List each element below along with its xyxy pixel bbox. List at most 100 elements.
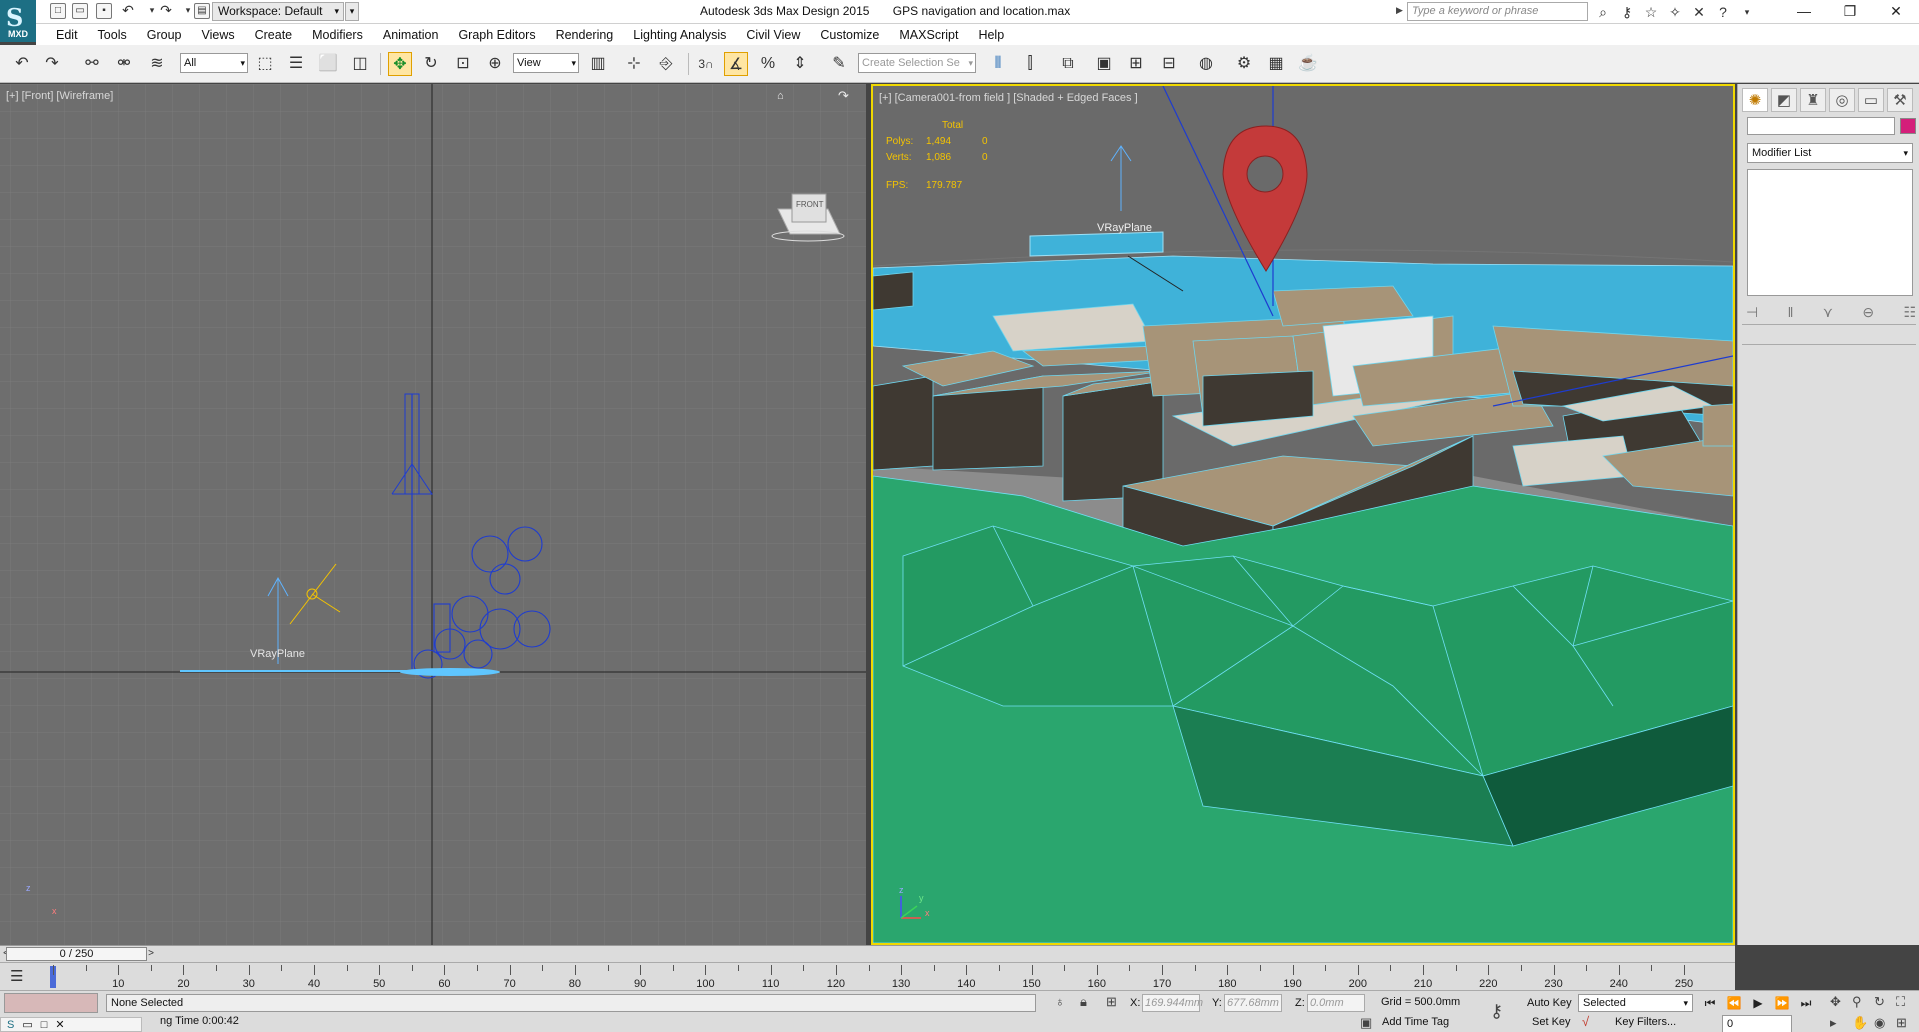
search-input[interactable]: Type a keyword or phrase [1407,2,1588,21]
maxscript-listener-mini[interactable] [4,993,98,1013]
go-to-start-icon[interactable]: ⏮ [1700,994,1720,1012]
select-and-rotate-icon[interactable]: ↻ [419,52,443,76]
configure-modifier-sets-icon[interactable]: ☷ [1903,304,1916,321]
render-setup-icon[interactable]: ⚙ [1232,52,1256,76]
menu-maxscript[interactable]: MAXScript [899,28,958,42]
menu-tools[interactable]: Tools [98,28,127,42]
material-editor-icon[interactable]: ◍ [1194,52,1218,76]
rendered-frame-window-icon[interactable]: ▦ [1264,52,1288,76]
link-icon[interactable]: ⚯ [80,52,104,76]
dolly-icon[interactable]: ▸ [1830,1015,1837,1031]
motion-tab-icon[interactable]: ◎ [1829,88,1855,112]
menu-lighting-analysis[interactable]: Lighting Analysis [633,28,726,42]
rectangular-selection-icon[interactable]: ⬜ [316,52,340,76]
modifier-stack[interactable] [1747,169,1913,296]
spinner-snap-icon[interactable]: ⇕ [788,52,812,76]
menu-create[interactable]: Create [255,28,293,42]
unlink-icon[interactable]: ⚮ [112,52,136,76]
star-icon[interactable]: ☆ [1642,3,1660,21]
mirror-icon[interactable]: ⫴ [986,52,1010,76]
app-logo-button[interactable]: S MXD [0,0,36,42]
viewport-camera[interactable]: [+] [Camera001-from field ] [Shaded + Ed… [871,84,1735,945]
keyboard-shortcut-toggle-icon[interactable]: ⎆ [654,52,678,76]
key-mode-dropdown[interactable]: Selected ▾ [1578,994,1693,1012]
viewport-camera-label[interactable]: [+] [Camera001-from field ] [Shaded + Ed… [879,92,1138,104]
percent-snap-icon[interactable]: % [756,52,780,76]
menu-civil-view[interactable]: Civil View [746,28,800,42]
maximize-window-icon[interactable]: □ [41,1019,48,1031]
select-by-name-icon[interactable]: ☰ [284,52,308,76]
quick-access-customize-button[interactable]: ▾ [345,2,359,21]
schematic-view-icon[interactable]: ⊟ [1157,52,1181,76]
save-file-icon[interactable]: ▪ [96,3,112,19]
set-key-button[interactable]: Set Key [1532,1016,1571,1028]
time-tag-icon[interactable]: ▣ [1360,1015,1372,1031]
zoom-extents-icon[interactable]: ⊞ [1896,1015,1907,1031]
redo-icon[interactable]: ↷ [40,52,64,76]
select-and-scale-icon[interactable]: ⊡ [451,52,475,76]
go-to-end-icon[interactable]: ⏭ [1796,994,1816,1012]
restore-button[interactable]: ❐ [1827,0,1873,24]
render-production-icon[interactable]: ☕ [1296,52,1320,76]
menu-edit[interactable]: Edit [56,28,78,42]
selection-filter-dropdown[interactable]: All ▾ [180,53,248,73]
menu-rendering[interactable]: Rendering [556,28,614,42]
reference-coordinate-dropdown[interactable]: View ▾ [513,53,579,73]
favorites-icon[interactable]: ✧ [1666,3,1684,21]
workspace-dropdown[interactable]: Workspace: Default ▾ [212,2,344,21]
undo-icon[interactable]: ↶ [120,3,136,19]
set-key-icon[interactable]: ⚷ [1490,1001,1503,1022]
menu-group[interactable]: Group [147,28,182,42]
close-x-icon[interactable]: ✕ [1690,3,1708,21]
isolate-selection-icon[interactable]: ♁ [1055,994,1065,1009]
object-name-field[interactable] [1747,117,1895,135]
menu-customize[interactable]: Customize [820,28,879,42]
max-taskbar-icon[interactable]: S [7,1019,14,1031]
add-time-tag-label[interactable]: Add Time Tag [1382,1016,1449,1028]
open-file-icon[interactable]: ▭ [72,3,88,19]
layer-manager-icon[interactable]: ⧉ [1056,52,1080,76]
show-end-result-icon[interactable]: ‖ [1788,304,1794,321]
previous-frame-icon[interactable]: ⏪ [1724,994,1744,1012]
menu-animation[interactable]: Animation [383,28,439,42]
help-dropdown-icon[interactable]: ▾ [1738,3,1756,21]
graphite-toggle-icon[interactable]: ▣ [1092,52,1116,76]
menu-help[interactable]: Help [978,28,1004,42]
next-frame-icon[interactable]: ⏩ [1772,994,1792,1012]
new-file-icon[interactable]: □ [50,3,66,19]
maximize-viewport-icon[interactable]: ⛶ [1896,994,1905,1010]
make-unique-icon[interactable]: ⋎ [1823,304,1833,321]
manipulate-icon[interactable]: ⊹ [622,52,646,76]
key-icon[interactable]: ⚷ [1618,3,1636,21]
play-icon[interactable]: ▶ [1748,994,1768,1012]
track-bar[interactable]: ☰ 10 20 30 40 50 60 70 80 90 100 110 120 130 140 150 16… [0,962,1735,990]
key-filters-button[interactable]: Key Filters... [1615,1016,1676,1028]
z-coord-field[interactable]: 0.0mm [1307,994,1365,1012]
minimize-button[interactable]: — [1781,0,1827,24]
align-icon[interactable]: ⫿ [1018,52,1042,76]
angle-snap-icon[interactable]: ∡ [724,52,748,76]
viewport-front[interactable]: [+] [Front] [Wireframe] VRayPlane FRONT … [0,84,866,945]
auto-key-button[interactable]: Auto Key [1527,997,1572,1009]
modify-tab-icon[interactable]: ◩ [1771,88,1797,112]
viewport-front-label[interactable]: [+] [Front] [Wireframe] [6,90,113,102]
close-window-icon[interactable]: ✕ [55,1018,64,1031]
pan-view-icon[interactable]: ✥ [1830,994,1841,1010]
pan-hand-icon[interactable]: ✋ [1852,1015,1868,1031]
walk-through-icon[interactable]: ⚲ [1852,994,1862,1010]
create-tab-icon[interactable]: ✺ [1742,88,1768,112]
select-object-icon[interactable]: ⬚ [253,52,277,76]
close-button[interactable]: ✕ [1873,0,1919,24]
window-crossing-icon[interactable]: ◫ [348,52,372,76]
project-folder-icon[interactable]: ▤ [194,3,210,19]
pivot-center-icon[interactable]: ▥ [586,52,610,76]
current-frame-field[interactable]: 0 [1722,1015,1792,1032]
modifier-list-dropdown[interactable]: Modifier List ▾ [1747,143,1913,163]
help-icon[interactable]: ? [1714,3,1732,21]
search-expand-icon[interactable]: ▶ [1396,5,1403,16]
select-and-place-icon[interactable]: ⊕ [483,52,507,76]
menu-modifiers[interactable]: Modifiers [312,28,363,42]
field-of-view-icon[interactable]: ◉ [1874,1015,1885,1031]
x-coord-field[interactable]: 169.944mm [1142,994,1203,1012]
display-tab-icon[interactable]: ▭ [1858,88,1884,112]
